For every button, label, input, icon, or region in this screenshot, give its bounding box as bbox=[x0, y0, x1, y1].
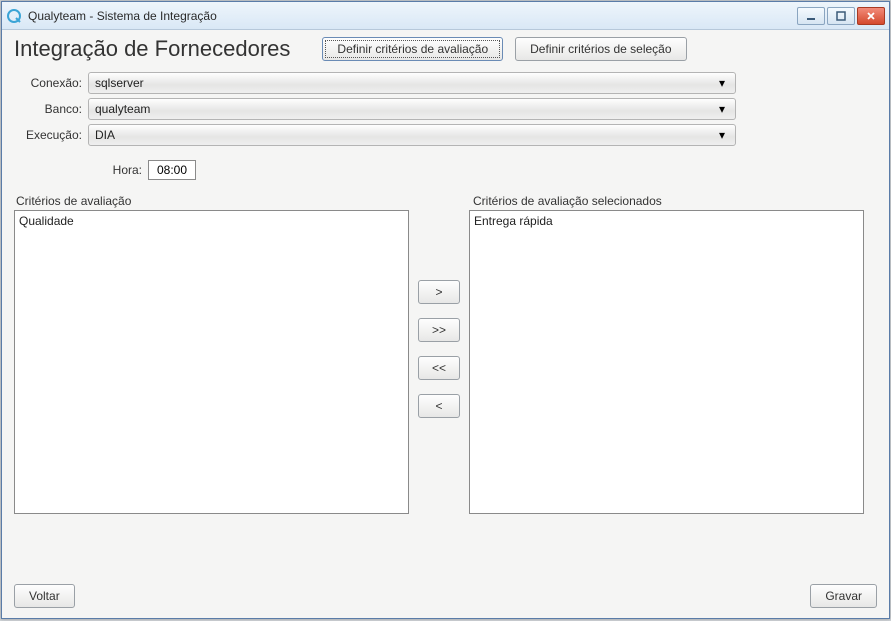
move-all-left-button[interactable]: << bbox=[418, 356, 460, 380]
conexao-value: sqlserver bbox=[95, 76, 715, 90]
voltar-button[interactable]: Voltar bbox=[14, 584, 75, 608]
window-title: Qualyteam - Sistema de Integração bbox=[28, 9, 797, 23]
minimize-button[interactable] bbox=[797, 7, 825, 25]
selected-criteria-listbox[interactable]: Entrega rápida bbox=[469, 210, 864, 514]
available-criteria-label: Critérios de avaliação bbox=[14, 194, 409, 208]
chevron-down-icon: ▾ bbox=[715, 102, 729, 116]
selected-criteria-label: Critérios de avaliação selecionados bbox=[473, 194, 662, 208]
banco-value: qualyteam bbox=[95, 102, 715, 116]
list-item[interactable]: Entrega rápida bbox=[474, 213, 859, 229]
conexao-select[interactable]: sqlserver ▾ bbox=[88, 72, 736, 94]
hora-input[interactable] bbox=[148, 160, 196, 180]
hora-label: Hora: bbox=[14, 163, 148, 177]
footer: Voltar Gravar bbox=[14, 570, 877, 608]
app-window: Qualyteam - Sistema de Integração Integr… bbox=[1, 1, 890, 619]
definir-criterios-selecao-button[interactable]: Definir critérios de seleção bbox=[515, 37, 686, 61]
header-row: Integração de Fornecedores Definir crité… bbox=[14, 36, 877, 62]
available-criteria-listbox[interactable]: Qualidade bbox=[14, 210, 409, 514]
execucao-row: Execução: DIA ▾ bbox=[14, 124, 877, 146]
chevron-down-icon: ▾ bbox=[715, 128, 729, 142]
banco-row: Banco: qualyteam ▾ bbox=[14, 98, 877, 120]
conexao-row: Conexão: sqlserver ▾ bbox=[14, 72, 877, 94]
criteria-labels: Critérios de avaliação Critérios de aval… bbox=[14, 194, 877, 208]
execucao-select[interactable]: DIA ▾ bbox=[88, 124, 736, 146]
app-icon bbox=[6, 8, 22, 24]
dual-listbox: Qualidade > >> << < Entrega rápida bbox=[14, 210, 877, 514]
page-title: Integração de Fornecedores bbox=[14, 36, 290, 62]
chevron-down-icon: ▾ bbox=[715, 76, 729, 90]
move-left-button[interactable]: < bbox=[418, 394, 460, 418]
banco-select[interactable]: qualyteam ▾ bbox=[88, 98, 736, 120]
client-area: Integração de Fornecedores Definir crité… bbox=[2, 30, 889, 618]
execucao-value: DIA bbox=[95, 128, 715, 142]
conexao-label: Conexão: bbox=[14, 76, 88, 90]
move-buttons: > >> << < bbox=[409, 210, 469, 514]
titlebar: Qualyteam - Sistema de Integração bbox=[2, 2, 889, 30]
definir-criterios-avaliacao-button[interactable]: Definir critérios de avaliação bbox=[322, 37, 503, 61]
banco-label: Banco: bbox=[14, 102, 88, 116]
move-right-button[interactable]: > bbox=[418, 280, 460, 304]
hora-row: Hora: bbox=[14, 160, 877, 180]
execucao-label: Execução: bbox=[14, 128, 88, 142]
close-button[interactable] bbox=[857, 7, 885, 25]
move-all-right-button[interactable]: >> bbox=[418, 318, 460, 342]
gravar-button[interactable]: Gravar bbox=[810, 584, 877, 608]
maximize-button[interactable] bbox=[827, 7, 855, 25]
list-item[interactable]: Qualidade bbox=[19, 213, 404, 229]
window-controls bbox=[797, 7, 885, 25]
